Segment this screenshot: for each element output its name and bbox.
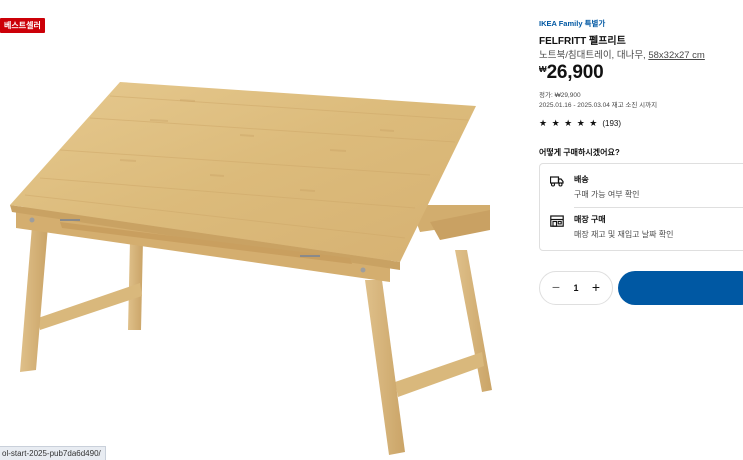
store-subtitle: 매장 재고 및 재입고 날짜 확인 <box>574 230 674 239</box>
bestseller-badge: 베스트셀러 <box>0 18 45 33</box>
store-icon <box>550 215 564 227</box>
offer-period: 2025.01.16 - 2025.03.04 재고 소진 시까지 <box>539 102 658 109</box>
delivery-title: 배송 <box>574 175 589 184</box>
review-count: (193) <box>602 119 622 128</box>
price-amount: 26,900 <box>546 62 604 83</box>
family-price-label: IKEA Family 특별가 <box>539 19 606 28</box>
dimensions-link[interactable]: 58x32x27 cm <box>648 50 705 61</box>
description-text: 노트북/침대트레이, 대나무, <box>539 50 646 61</box>
quantity-value[interactable]: 1 <box>567 272 585 304</box>
product-description: 노트북/침대트레이, 대나무, 58x32x27 cm <box>539 47 705 61</box>
status-url: ol-start-2025-pub7da6d490/ <box>0 446 106 460</box>
delivery-subtitle: 구매 가능 여부 확인 <box>574 190 640 199</box>
product-name: FELFRITT 펠프리트 <box>539 36 626 47</box>
rating-stars: ★ ★ ★ ★ ★ <box>539 118 599 128</box>
regular-price: 정가: ₩29,900 <box>539 92 581 99</box>
quantity-stepper: − 1 + <box>539 271 613 305</box>
truck-icon <box>550 176 564 187</box>
increase-quantity-button[interactable]: + <box>585 272 607 304</box>
add-to-cart-button[interactable] <box>618 271 743 305</box>
purchase-options: 배송 구매 가능 여부 확인 매장 구매 매장 재고 및 재입고 날짜 확인 <box>539 163 743 251</box>
store-title: 매장 구매 <box>574 215 606 224</box>
price: ₩26,900 <box>539 62 604 84</box>
purchase-question: 어떻게 구매하시겠어요? <box>539 148 620 157</box>
price-currency: ₩ <box>539 65 547 74</box>
product-image <box>10 82 492 455</box>
rating[interactable]: ★ ★ ★ ★ ★ (193) <box>539 118 621 129</box>
options-divider <box>574 207 743 208</box>
decrease-quantity-button[interactable]: − <box>545 272 567 304</box>
